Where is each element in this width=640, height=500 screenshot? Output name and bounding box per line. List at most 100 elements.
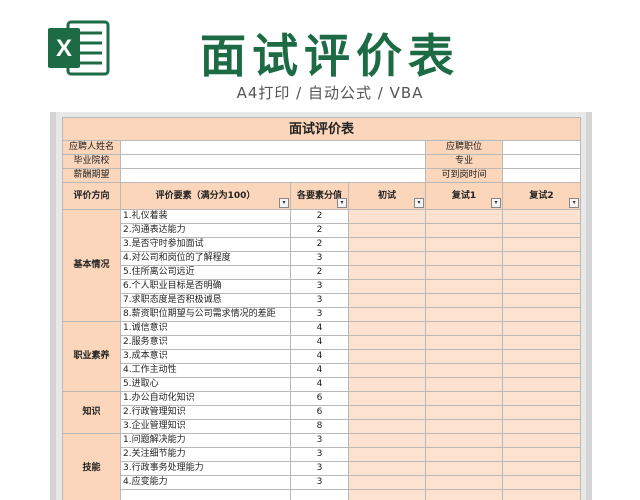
third-interview-cell[interactable] [501, 391, 582, 406]
first-interview-cell[interactable] [348, 209, 426, 224]
third-interview-cell[interactable] [501, 419, 582, 434]
first-interview-cell[interactable] [348, 405, 426, 420]
first-interview-cell[interactable] [348, 363, 426, 378]
first-interview-cell[interactable] [348, 489, 426, 500]
third-interview-cell[interactable] [501, 405, 582, 420]
first-interview-cell[interactable] [348, 461, 426, 476]
first-interview-cell[interactable] [348, 475, 426, 490]
table-row: 2.行政管理知识 6 [63, 405, 582, 420]
table-row: 2.服务意识 4 [63, 335, 582, 350]
third-interview-cell[interactable] [501, 349, 582, 364]
second-interview-cell[interactable] [425, 489, 503, 500]
info-row: 薪酬期望 可到岗时间 [62, 168, 582, 183]
second-interview-cell[interactable] [425, 237, 503, 252]
first-interview-cell[interactable] [348, 223, 426, 238]
first-interview-cell[interactable] [348, 279, 426, 294]
info-value-cell[interactable] [120, 140, 426, 155]
first-interview-cell[interactable] [348, 321, 426, 336]
second-interview-cell[interactable] [425, 321, 503, 336]
first-interview-cell[interactable] [348, 237, 426, 252]
category-cell: 技能 [62, 433, 121, 500]
third-interview-cell[interactable] [501, 475, 582, 490]
third-interview-cell[interactable] [501, 489, 582, 500]
third-interview-cell[interactable] [501, 335, 582, 350]
third-interview-cell[interactable] [501, 433, 582, 448]
column-header[interactable]: 各要素分值 ▾ [290, 182, 349, 210]
second-interview-cell[interactable] [425, 335, 503, 350]
first-interview-cell[interactable] [348, 447, 426, 462]
third-interview-cell[interactable] [501, 279, 582, 294]
info-value-cell[interactable] [501, 168, 582, 183]
second-interview-cell[interactable] [425, 419, 503, 434]
third-interview-cell[interactable] [501, 223, 582, 238]
first-interview-cell[interactable] [348, 377, 426, 392]
second-interview-cell[interactable] [425, 405, 503, 420]
sheet-title-row: 面试评价表 [61, 117, 582, 141]
info-value-cell[interactable] [501, 140, 582, 155]
third-interview-cell[interactable] [501, 363, 582, 378]
filter-dropdown-icon[interactable]: ▾ [337, 198, 347, 208]
score-cell: 6 [290, 391, 349, 406]
info-row: 毕业院校 专业 [62, 154, 582, 169]
third-interview-cell[interactable] [501, 293, 582, 308]
column-header[interactable]: 复试1 ▾ [425, 182, 503, 210]
second-interview-cell[interactable] [425, 265, 503, 280]
criterion-cell: 2.关注细节能力 [120, 447, 291, 462]
third-interview-cell[interactable] [501, 377, 582, 392]
filter-dropdown-icon[interactable]: ▾ [491, 198, 501, 208]
third-interview-cell[interactable] [501, 251, 582, 266]
first-interview-cell[interactable] [348, 293, 426, 308]
third-interview-cell[interactable] [501, 447, 582, 462]
score-cell: 2 [290, 223, 349, 238]
second-interview-cell[interactable] [425, 377, 503, 392]
filter-dropdown-icon[interactable]: ▾ [279, 198, 289, 208]
third-interview-cell[interactable] [501, 209, 582, 224]
second-interview-cell[interactable] [425, 223, 503, 238]
column-header[interactable]: 评价要素（满分为100） ▾ [120, 182, 291, 210]
second-interview-cell[interactable] [425, 279, 503, 294]
criterion-cell: 3.企业管理知识 [120, 419, 291, 434]
score-cell: 3 [290, 475, 349, 490]
second-interview-cell[interactable] [425, 391, 503, 406]
first-interview-cell[interactable] [348, 349, 426, 364]
second-interview-cell[interactable] [425, 461, 503, 476]
score-cell: 4 [290, 321, 349, 336]
column-header[interactable]: 复试2 ▾ [501, 182, 582, 210]
column-header-label: 复试2 [529, 190, 554, 201]
second-interview-cell[interactable] [425, 433, 503, 448]
first-interview-cell[interactable] [348, 335, 426, 350]
first-interview-cell[interactable] [348, 265, 426, 280]
criterion-cell: 3.成本意识 [120, 349, 291, 364]
first-interview-cell[interactable] [348, 391, 426, 406]
table-row: 5.进取心 4 [63, 377, 582, 392]
column-header[interactable]: 初试 ▾ [348, 182, 426, 210]
first-interview-cell[interactable] [348, 419, 426, 434]
third-interview-cell[interactable] [501, 461, 582, 476]
filter-dropdown-icon[interactable]: ▾ [569, 198, 580, 208]
third-interview-cell[interactable] [501, 321, 582, 336]
first-interview-cell[interactable] [348, 307, 426, 322]
third-interview-cell[interactable] [501, 265, 582, 280]
second-interview-cell[interactable] [425, 251, 503, 266]
second-interview-cell[interactable] [425, 363, 503, 378]
first-interview-cell[interactable] [348, 433, 426, 448]
third-interview-cell[interactable] [501, 237, 582, 252]
info-value-cell[interactable] [501, 154, 582, 169]
filter-dropdown-icon[interactable]: ▾ [414, 198, 424, 208]
first-interview-cell[interactable] [348, 251, 426, 266]
second-interview-cell[interactable] [425, 293, 503, 308]
second-interview-cell[interactable] [425, 475, 503, 490]
second-interview-cell[interactable] [425, 209, 503, 224]
info-value-cell[interactable] [120, 154, 426, 169]
category-cell: 职业素养 [62, 321, 121, 392]
table-row: 4.应变能力 3 [63, 475, 582, 490]
score-cell: 6 [290, 405, 349, 420]
info-value-cell[interactable] [120, 168, 426, 183]
table-row: 3.企业管理知识 8 [63, 419, 582, 434]
criterion-cell: 5.住所离公司远近 [120, 265, 291, 280]
second-interview-cell[interactable] [425, 307, 503, 322]
third-interview-cell[interactable] [501, 307, 582, 322]
second-interview-cell[interactable] [425, 349, 503, 364]
second-interview-cell[interactable] [425, 447, 503, 462]
criterion-cell: 4.对公司和岗位的了解程度 [120, 251, 291, 266]
